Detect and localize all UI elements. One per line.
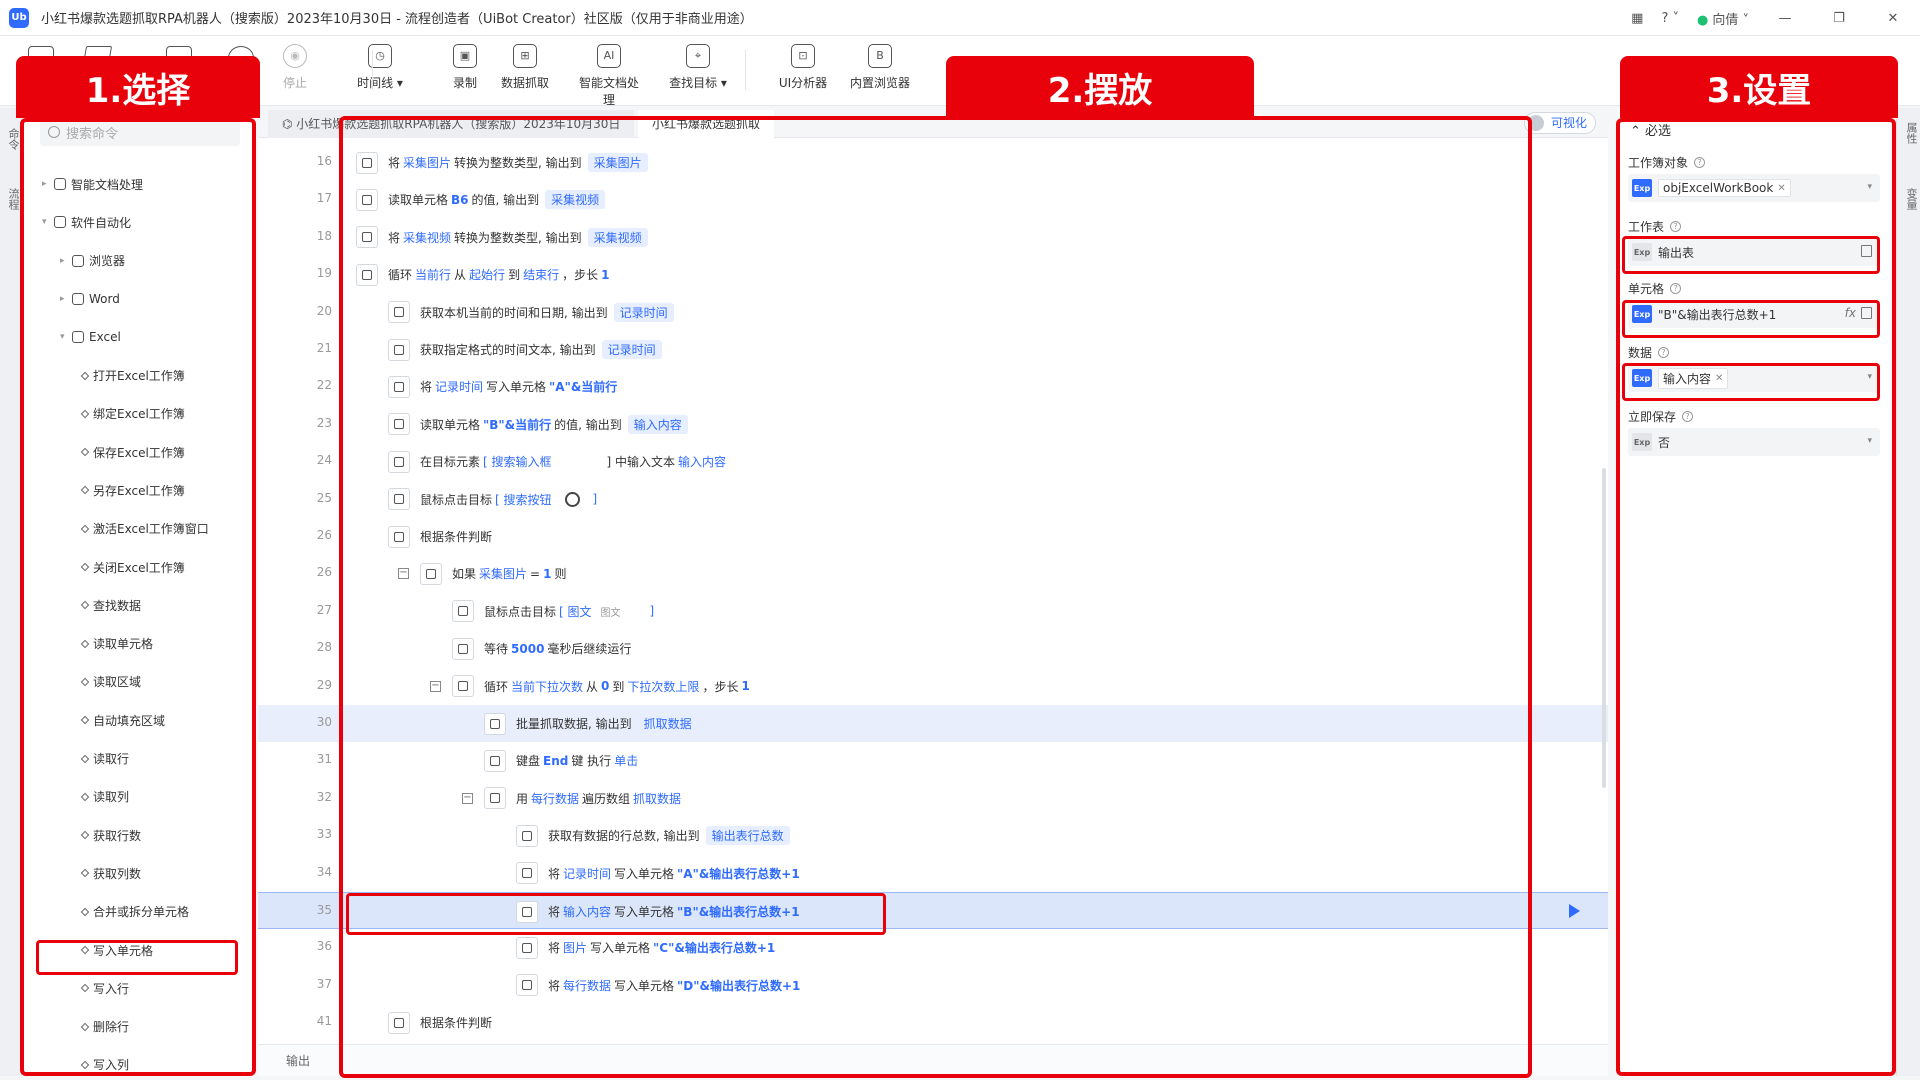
stop-icon: ◉: [283, 44, 307, 68]
find-target-icon: ⌖: [686, 44, 710, 68]
run-line-icon[interactable]: [1569, 904, 1580, 918]
toolbar-button-label: UI分析器: [778, 76, 828, 90]
toolbar-button-1[interactable]: ◷ 时间线 ▾: [345, 44, 415, 91]
strip-tab-variables[interactable]: 变量: [1903, 188, 1919, 210]
line-number: 26: [316, 565, 332, 580]
line-number: 35: [316, 903, 332, 917]
annotation-highlight-write-cell: [36, 940, 238, 975]
toolbar-button-4[interactable]: AI 智能文档处理: [574, 44, 644, 108]
strip-tab-properties[interactable]: 属性: [1903, 122, 1919, 144]
grid-icon[interactable]: ▦: [1631, 11, 1643, 26]
annotation-label-select: 1.选择: [16, 56, 260, 118]
flow-icon: ⌬: [282, 117, 297, 131]
line-number: 30: [316, 715, 332, 729]
ui-analyzer-icon: ⊡: [791, 44, 815, 68]
toolbar-button-label: 停止: [282, 76, 307, 90]
line-number: 33: [316, 827, 332, 842]
browser-icon: B: [868, 44, 892, 68]
line-number: 27: [316, 602, 332, 617]
line-number: 17: [316, 191, 332, 206]
line-number: 20: [316, 303, 332, 318]
user-menu[interactable]: ● 向倩 ˅: [1697, 9, 1749, 28]
record-icon: ▣: [453, 44, 477, 68]
strip-tab-commands[interactable]: 命令: [5, 128, 21, 150]
minimize-icon[interactable]: —: [1767, 11, 1803, 26]
toolbar-button-label: 录制: [452, 76, 477, 90]
editor-scrollbar[interactable]: [1602, 468, 1606, 788]
close-icon[interactable]: ✕: [1875, 11, 1911, 26]
toolbar-button-3[interactable]: ⊞ 数据抓取: [490, 44, 560, 91]
toolbar-separator: [745, 50, 746, 90]
line-number: 19: [316, 266, 332, 281]
app-window: Ub 小红书爆款选题抓取RPA机器人（搜索版）2023年10月30日 - 流程创…: [0, 0, 1920, 1080]
annotation-highlight-data-field: [1622, 363, 1880, 401]
ai-doc-icon: AI: [597, 44, 621, 68]
toolbar-button-label: 查找目标 ▾: [669, 76, 727, 90]
user-name: 向倩: [1712, 12, 1739, 28]
left-side-strip: 命令 流程: [0, 108, 22, 1076]
line-number: 37: [316, 976, 332, 991]
app-logo: Ub: [9, 7, 29, 28]
line-number: 36: [316, 939, 332, 954]
toolbar-button-5[interactable]: ⌖ 查找目标 ▾: [663, 44, 733, 91]
line-number: 29: [316, 677, 332, 692]
right-side-strip: 属性 变量: [1896, 108, 1920, 1076]
annotation-label-place: 2.摆放: [946, 56, 1254, 118]
toolbar-button-6[interactable]: ⊡ UI分析器: [768, 44, 838, 91]
line-number: 32: [316, 789, 332, 804]
title-bar: Ub 小红书爆款选题抓取RPA机器人（搜索版）2023年10月30日 - 流程创…: [0, 0, 1920, 36]
line-number: 26: [316, 528, 332, 542]
toolbar-button-label: 时间线 ▾: [357, 76, 403, 90]
line-number: 18: [316, 228, 332, 243]
help-icon[interactable]: ? ˅: [1661, 11, 1679, 26]
annotation-highlight-line-35: [346, 893, 886, 935]
line-number: 28: [316, 640, 332, 655]
toolbar-button-label: 数据抓取: [500, 76, 549, 90]
toolbar-separator: [372, 50, 373, 90]
online-dot-icon: ●: [1697, 12, 1709, 28]
toolbar-button-label: 智能文档处理: [578, 76, 639, 107]
toolbar-button-7[interactable]: B 内置浏览器: [845, 44, 915, 91]
line-number: 25: [316, 490, 332, 505]
toolbar-button-0[interactable]: ◉ 停止: [260, 44, 330, 91]
line-number: 41: [316, 1014, 332, 1029]
data-grab-icon: ⊞: [513, 44, 537, 68]
annotation-highlight-sheet-field: [1622, 236, 1880, 274]
line-number: 22: [316, 378, 332, 393]
strip-tab-flow[interactable]: 流程: [5, 188, 21, 210]
line-number: 24: [316, 453, 332, 468]
toolbar-button-label: 内置浏览器: [849, 76, 910, 90]
line-number: 34: [316, 864, 332, 879]
annotation-label-settings: 3.设置: [1620, 56, 1898, 118]
annotation-box-select: [20, 118, 256, 1076]
visual-mode-toggle[interactable]: 可视化: [1523, 112, 1596, 134]
line-number: 21: [316, 341, 332, 355]
annotation-highlight-cell-field: [1622, 300, 1880, 338]
line-number: 23: [316, 415, 332, 430]
restore-icon[interactable]: ❐: [1821, 11, 1857, 26]
line-number: 31: [316, 752, 332, 767]
window-title: 小红书爆款选题抓取RPA机器人（搜索版）2023年10月30日 - 流程创造者（…: [41, 12, 753, 27]
line-number: 16: [316, 154, 332, 168]
